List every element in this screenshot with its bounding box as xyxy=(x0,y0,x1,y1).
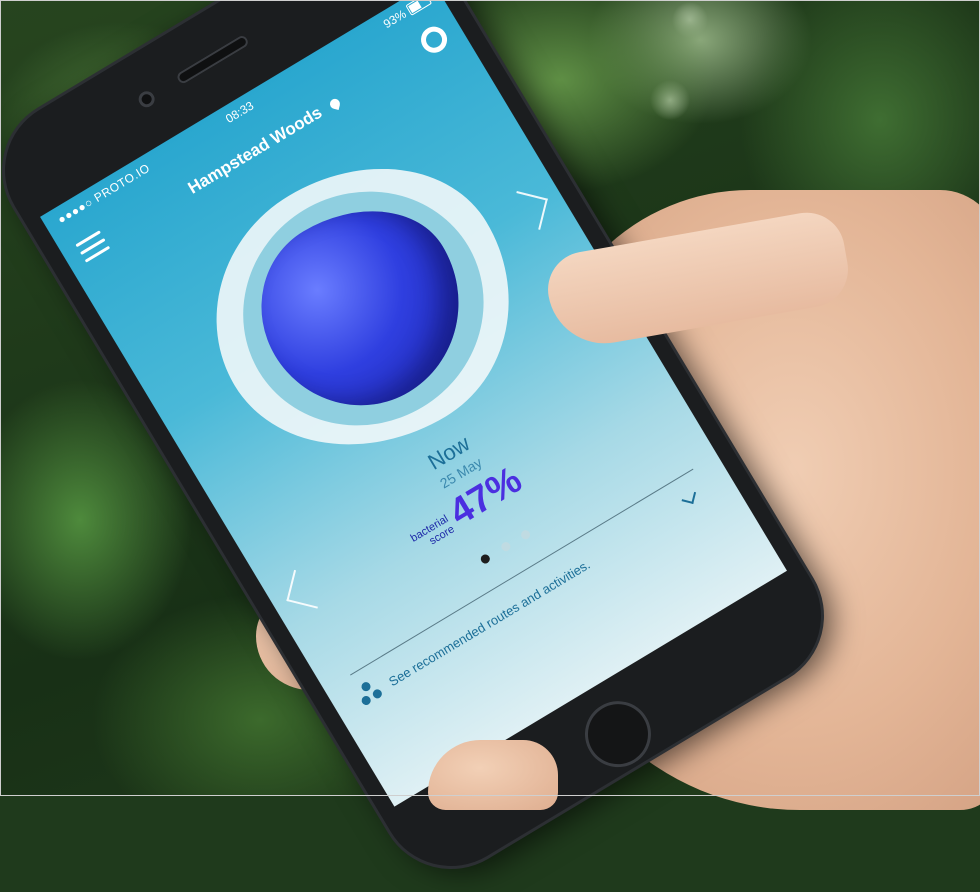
location-pin-icon xyxy=(328,97,341,110)
page-dot[interactable] xyxy=(499,540,512,554)
chevron-right-icon[interactable] xyxy=(509,191,548,230)
battery-icon xyxy=(405,0,433,16)
chevron-down-icon[interactable] xyxy=(681,489,697,505)
finger xyxy=(428,740,558,810)
page-dot[interactable] xyxy=(519,528,532,541)
front-camera xyxy=(135,88,158,111)
page-dot[interactable] xyxy=(479,552,492,566)
status-time: 08:33 xyxy=(223,98,257,126)
dots-cluster-icon xyxy=(354,676,387,709)
earpiece-speaker xyxy=(175,33,251,86)
battery-percent: 93% xyxy=(380,6,409,32)
recommendations-link[interactable]: See recommended routes and activities. xyxy=(386,557,593,689)
